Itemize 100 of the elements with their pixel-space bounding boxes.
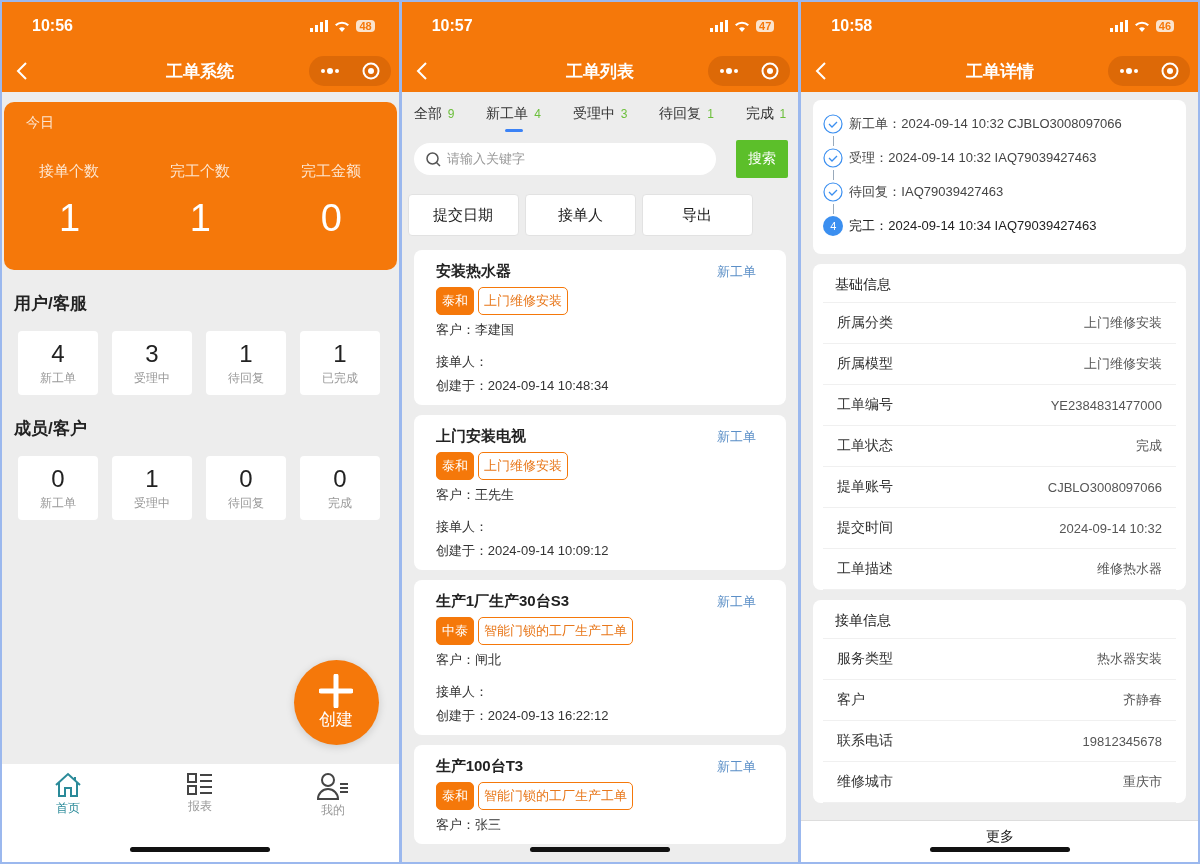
field-label: 服务类型 (837, 650, 894, 668)
order-tag: 智能门锁的工厂生产工单 (477, 617, 633, 645)
order-status: 新工单 (717, 427, 757, 446)
filter-button[interactable]: 提交日期 (407, 194, 519, 236)
stat-tile[interactable]: 1 已完成 (300, 331, 380, 395)
filter-button[interactable]: 导出 (641, 194, 753, 236)
status-tab[interactable]: 全部 9 (413, 94, 455, 132)
field-value: 齐静春 (1123, 691, 1162, 709)
stat-label: 完工个数 (170, 162, 231, 181)
customer-text: 客户：张三 (435, 816, 501, 834)
back-icon[interactable] (415, 61, 428, 81)
field-label: 工单状态 (837, 437, 894, 455)
work-order-card[interactable]: 上门安装电视 新工单 泰和 上门维修安装 客户：王先生 接单人： 创建于：2024-09-14 10:09:12 (413, 415, 787, 570)
tile-label: 待回复 (228, 369, 264, 387)
step-text: 新工单：2024-09-14 10:32 CJBLO3008097066 (849, 115, 1122, 133)
today-label: 今日 (25, 114, 54, 132)
back-icon[interactable] (16, 61, 28, 81)
stat-tile[interactable]: 0 待回复 (206, 456, 286, 520)
tile-value: 4 (51, 339, 65, 368)
work-order-card[interactable]: 安装热水器 新工单 泰和 上门维修安装 客户：李建国 接单人： 创建于：2024-09-14 10:48:34 (413, 250, 787, 405)
status-tab[interactable]: 完成 1 (745, 94, 787, 132)
field-value: 热水器安装 (1097, 650, 1162, 668)
battery-level: 48 (356, 20, 375, 32)
back-icon[interactable] (815, 61, 828, 81)
tile-label: 完成 (328, 494, 352, 512)
work-order-card[interactable]: 生产100台T3 新工单 泰和 智能门锁的工厂生产工单 客户：张三 (413, 745, 787, 844)
order-title: 上门安装电视 (435, 427, 526, 446)
tile-label: 待回复 (228, 494, 264, 512)
field-value: 重庆市 (1123, 773, 1162, 791)
wifi-icon (1133, 20, 1150, 32)
signal-icon (310, 20, 329, 32)
wifi-icon (334, 20, 351, 32)
stat-tile[interactable]: 1 受理中 (112, 456, 192, 520)
order-tag: 泰和 (435, 452, 474, 480)
status-time: 10:58 (831, 17, 874, 35)
customer-text: 客户：王先生 (435, 486, 514, 504)
tile-value: 0 (239, 464, 253, 493)
capsule-menu[interactable] (708, 56, 791, 86)
assignee-text: 接单人： (435, 683, 488, 701)
capsule-menu[interactable] (308, 56, 391, 86)
created-time: 创建于：2024-09-14 10:48:34 (435, 377, 609, 395)
capsule-menu[interactable] (1108, 56, 1190, 86)
work-order-card[interactable]: 生产1厂生产30台S3 新工单 中泰 智能门锁的工厂生产工单 客户：闸北 接单人： 创建于：2024-09-13 16:22:12 (413, 580, 787, 735)
customer-text: 客户：闸北 (435, 651, 501, 669)
status-time: 10:57 (431, 17, 474, 35)
page-title: 工单系统 (166, 60, 235, 83)
tile-label: 受理中 (134, 494, 170, 512)
plus-icon (319, 674, 354, 708)
step-text: 完工：2024-09-14 10:34 IAQ79039427463 (849, 217, 1097, 235)
tile-value: 1 (333, 339, 347, 368)
stat-tile[interactable]: 0 新工单 (18, 456, 98, 520)
tile-value: 3 (145, 339, 159, 368)
field-label: 工单编号 (837, 396, 894, 414)
field-value: 上门维修安装 (1084, 355, 1162, 373)
order-tag: 泰和 (435, 782, 474, 810)
section-title: 接单信息 (823, 610, 1176, 639)
tile-label: 受理中 (134, 369, 170, 387)
wifi-icon (734, 20, 751, 32)
stat-tile[interactable]: 1 待回复 (206, 331, 286, 395)
field-value: 2024-09-14 10:32 (1059, 520, 1162, 536)
order-tag: 智能门锁的工厂生产工单 (477, 782, 633, 810)
field-value: 完成 (1136, 437, 1162, 455)
field-value: 19812345678 (1082, 733, 1162, 749)
customer-text: 客户：李建国 (435, 321, 514, 339)
section-title: 基础信息 (823, 274, 1176, 303)
more-icon[interactable] (319, 68, 340, 74)
more-button[interactable]: 更多 (801, 820, 1198, 862)
stat-tile[interactable]: 0 完成 (300, 456, 380, 520)
field-value: YE2384831477000 (1050, 397, 1162, 413)
signal-icon (710, 20, 729, 32)
status-tab[interactable]: 新工单 4 (486, 94, 541, 132)
created-time: 创建于：2024-09-14 10:09:12 (435, 542, 609, 560)
tile-label: 新工单 (40, 369, 76, 387)
stat-value: 1 (58, 197, 80, 240)
field-value: 上门维修安装 (1084, 314, 1162, 332)
more-icon[interactable] (1119, 68, 1139, 74)
tab-bar-item[interactable]: 首页 (2, 772, 135, 817)
step-number: 4 (823, 216, 844, 236)
status-tab[interactable]: 受理中 3 (572, 94, 628, 132)
order-status: 新工单 (717, 262, 757, 281)
stat-label: 完工金额 (301, 162, 362, 181)
field-label: 提单账号 (837, 478, 894, 496)
created-time: 创建于：2024-09-13 16:22:12 (435, 707, 609, 725)
tile-value: 0 (51, 464, 65, 493)
order-tag: 泰和 (435, 287, 474, 315)
field-label: 维修城市 (837, 773, 894, 791)
stat-tile[interactable]: 4 新工单 (18, 331, 98, 395)
stat-value: 0 (320, 197, 342, 240)
stat-tile[interactable]: 3 受理中 (112, 331, 192, 395)
battery-level: 46 (1155, 20, 1174, 32)
stat-value: 1 (189, 197, 211, 240)
status-tab[interactable]: 待回复 1 (659, 94, 714, 132)
more-icon[interactable] (719, 68, 740, 74)
order-title: 生产100台T3 (435, 757, 524, 776)
field-label: 所属分类 (837, 314, 894, 332)
order-title: 生产1厂生产30台S3 (435, 592, 570, 611)
user-icon (316, 772, 349, 800)
order-title: 安装热水器 (435, 262, 511, 281)
order-status: 新工单 (717, 592, 757, 611)
filter-button[interactable]: 接单人 (524, 194, 636, 236)
